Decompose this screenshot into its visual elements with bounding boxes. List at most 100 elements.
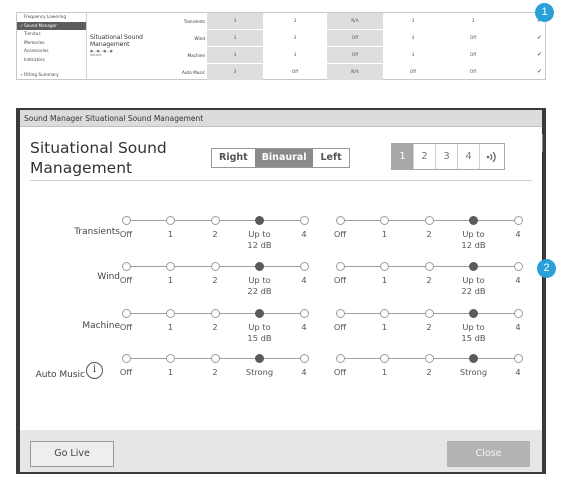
slider-stop[interactable] (424, 309, 434, 318)
right-slider[interactable]: Off 1 2 Up to 12 dB 4 (120, 215, 313, 255)
nav-item[interactable]: Indicators (17, 56, 86, 65)
slider-stop[interactable] (255, 262, 264, 271)
summary-row-checkbox[interactable]: ✓ (537, 69, 543, 75)
nav-item[interactable]: Accessories (17, 47, 86, 56)
slider-stop[interactable] (255, 354, 264, 363)
nav-item[interactable]: ✓Sound Manager (17, 21, 86, 30)
slider-stop[interactable] (299, 354, 309, 363)
slider-stop-label-line: 1 (167, 367, 174, 377)
slider-stop[interactable] (166, 309, 175, 318)
slider-stop[interactable] (121, 309, 131, 318)
slider-stop[interactable] (513, 309, 523, 318)
slider-stop-label: Up to 22 dB (451, 275, 497, 297)
slider-stop[interactable] (380, 216, 389, 225)
slider-stop-label: Off (317, 275, 363, 286)
slider-stop-label-line: Off (333, 367, 347, 377)
summary-row: Auto Music 3 Off N/A Off Off ✓ (155, 64, 547, 81)
side-right-button[interactable]: Right (212, 149, 255, 167)
slider-stop[interactable] (299, 262, 309, 271)
summary-row-checkbox[interactable]: ✓ (537, 52, 543, 58)
nav-item[interactable]: Frequency Lowering (17, 13, 86, 22)
slider-stop-label-line: 15 dB (247, 333, 272, 343)
summary-cell: 3 (411, 52, 415, 57)
slider-stop[interactable] (513, 354, 523, 363)
slider-stop[interactable] (469, 262, 478, 271)
left-slider[interactable]: Off 1 2 Up to 22 dB 4 (334, 261, 527, 301)
summary-cell: N/A (327, 64, 383, 80)
right-slider[interactable]: Off 1 2 Strong 4 (120, 353, 313, 393)
slider-stop[interactable] (469, 354, 478, 363)
summary-cell: Off (327, 30, 383, 46)
right-slider[interactable]: Off 1 2 Up to 15 dB 4 (120, 308, 313, 348)
left-slider[interactable]: Off 1 2 Up to 12 dB 4 (334, 215, 527, 255)
slider-stop[interactable] (121, 216, 131, 225)
slider-stop[interactable] (166, 262, 175, 271)
slider-stop[interactable] (166, 216, 175, 225)
slider-stop[interactable] (299, 309, 309, 318)
nav-item-label: Fitting Summary (24, 71, 59, 77)
slider-stop[interactable] (424, 354, 434, 363)
slider-stop[interactable] (210, 309, 220, 318)
slider-stop-label-line: Strong (459, 367, 488, 377)
nav-item[interactable]: Tinnitus (17, 30, 86, 39)
slider-stop-label: Off (103, 367, 149, 378)
info-icon[interactable]: i (86, 362, 103, 379)
slider-stop[interactable] (469, 216, 478, 225)
slider-stop[interactable] (469, 309, 478, 318)
slider-stop[interactable] (380, 354, 389, 363)
right-slider[interactable]: Off 1 2 Up to 22 dB 4 (120, 261, 313, 301)
slider-stop[interactable] (513, 262, 523, 271)
slider-stop-label-line: 2 (426, 367, 432, 377)
slider-stop[interactable] (121, 354, 131, 363)
slider-stop-label: Up to 12 dB (237, 229, 283, 251)
summary-cell: Off (469, 35, 477, 40)
slider-stop[interactable] (335, 354, 345, 363)
program-tab-4[interactable]: 4 (458, 144, 480, 169)
slider-stop[interactable] (299, 216, 309, 225)
slider-stop[interactable] (513, 216, 523, 225)
slider-stop[interactable] (166, 354, 175, 363)
summary-row-checkbox[interactable]: ✓ (537, 35, 543, 41)
streaming-tab[interactable] (480, 144, 504, 169)
left-slider[interactable]: Off 1 2 Up to 15 dB 4 (334, 308, 527, 348)
slider-stop-label: Off (317, 229, 363, 240)
slider-stop[interactable] (335, 216, 345, 225)
left-slider[interactable]: Off 1 2 Strong 4 (334, 353, 527, 393)
slider-stop-label: 1 (362, 367, 408, 378)
slider-stop[interactable] (380, 309, 389, 318)
slider-stop[interactable] (424, 216, 434, 225)
settings-summary-panel: Frequency Lowering ✓Sound Manager Tinnitus… (16, 12, 546, 80)
slider-stop[interactable] (210, 354, 220, 363)
slider-stop[interactable] (121, 262, 131, 271)
slider-stop[interactable] (255, 216, 264, 225)
nav-item-fitting-summary[interactable]: ✓Fitting Summary (17, 71, 59, 80)
situational-sound-dialog: Sound Manager Situational Sound Manageme… (20, 110, 542, 472)
summary-section-details: details (90, 53, 102, 57)
program-tab-1[interactable]: 1 (392, 144, 414, 169)
slider-stop[interactable] (424, 262, 434, 271)
slider-stop-label: Strong (451, 367, 497, 378)
slider-stop[interactable] (380, 262, 389, 271)
nav-item[interactable]: Memories (17, 39, 86, 48)
program-tab-2[interactable]: 2 (414, 144, 436, 169)
slider-stop-label-line: 2 (426, 322, 432, 332)
nav-item-label: Indicators (24, 56, 45, 62)
slider-stop-label: 2 (192, 275, 238, 286)
slider-stop[interactable] (210, 216, 220, 225)
go-live-button[interactable]: Go Live (30, 441, 114, 467)
slider-stop-label-line: 2 (426, 229, 432, 239)
slider-stop-label-line: Strong (245, 367, 274, 377)
slider-stop[interactable] (210, 262, 220, 271)
slider-stop-label: Off (103, 275, 149, 286)
slider-stop[interactable] (335, 309, 345, 318)
close-button[interactable]: Close (447, 441, 530, 467)
slider-stop-label-line: 22 dB (247, 286, 272, 296)
summary-cell: 3 (293, 18, 297, 23)
slider-stop[interactable] (335, 262, 345, 271)
slider-stop[interactable] (255, 309, 264, 318)
side-binaural-button[interactable]: Binaural (254, 149, 314, 167)
heading-divider (30, 180, 532, 181)
slider-stop-label-line: 1 (381, 275, 388, 285)
program-tab-3[interactable]: 3 (436, 144, 458, 169)
side-left-button[interactable]: Left (313, 149, 349, 167)
